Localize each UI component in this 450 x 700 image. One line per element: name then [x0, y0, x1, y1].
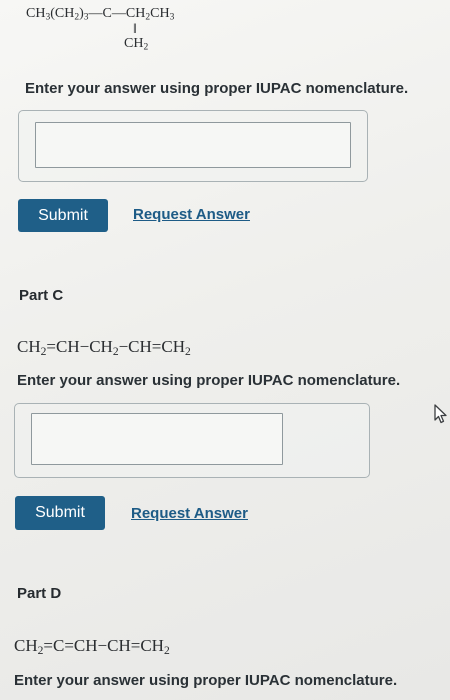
part-b-formula: CH3(CH2)3—C—CH2CH3 — [26, 6, 174, 23]
formula-subscript: 2 — [143, 42, 149, 53]
part-b-answer-area — [18, 110, 368, 182]
formula-text: CH — [17, 337, 41, 356]
mouse-pointer-icon — [434, 404, 447, 424]
part-b-answer-input[interactable] — [35, 122, 351, 168]
part-d-prompt: Enter your answer using proper IUPAC nom… — [14, 672, 398, 689]
part-c-answer-input[interactable] — [31, 413, 283, 465]
formula-subscript: 2 — [163, 644, 170, 658]
formula-text: −CH=CH — [118, 337, 185, 356]
formula-subscript: 3 — [169, 12, 175, 23]
formula-text: (CH — [50, 6, 75, 21]
part-b-submit-button[interactable]: Submit — [18, 199, 108, 232]
part-c-title: Part C — [19, 287, 64, 304]
formula-text: CH — [14, 636, 38, 655]
part-b-branch: CH2 — [124, 36, 148, 53]
part-d-formula: CH2=C=CH−CH=CH2 — [14, 636, 170, 657]
part-b-prompt: Enter your answer using proper IUPAC nom… — [25, 80, 409, 97]
formula-subscript: 2 — [185, 345, 191, 359]
part-c-answer-area — [14, 403, 370, 478]
formula-text: CH — [150, 6, 170, 21]
part-b-request-answer-link[interactable]: Request Answer — [133, 206, 250, 223]
part-c-submit-button[interactable]: Submit — [15, 496, 105, 530]
part-d-title: Part D — [17, 585, 62, 602]
formula-text: CH — [26, 6, 46, 21]
formula-text: =C=CH−CH=CH — [43, 636, 164, 655]
part-c-formula: CH2=CH−CH2−CH=CH2 — [17, 337, 191, 358]
formula-text: —C—CH — [88, 6, 146, 21]
formula-text: CH — [124, 36, 144, 51]
part-c-prompt: Enter your answer using proper IUPAC nom… — [17, 372, 401, 389]
formula-text: =CH−CH — [46, 337, 113, 356]
part-c-request-answer-link[interactable]: Request Answer — [131, 505, 248, 522]
